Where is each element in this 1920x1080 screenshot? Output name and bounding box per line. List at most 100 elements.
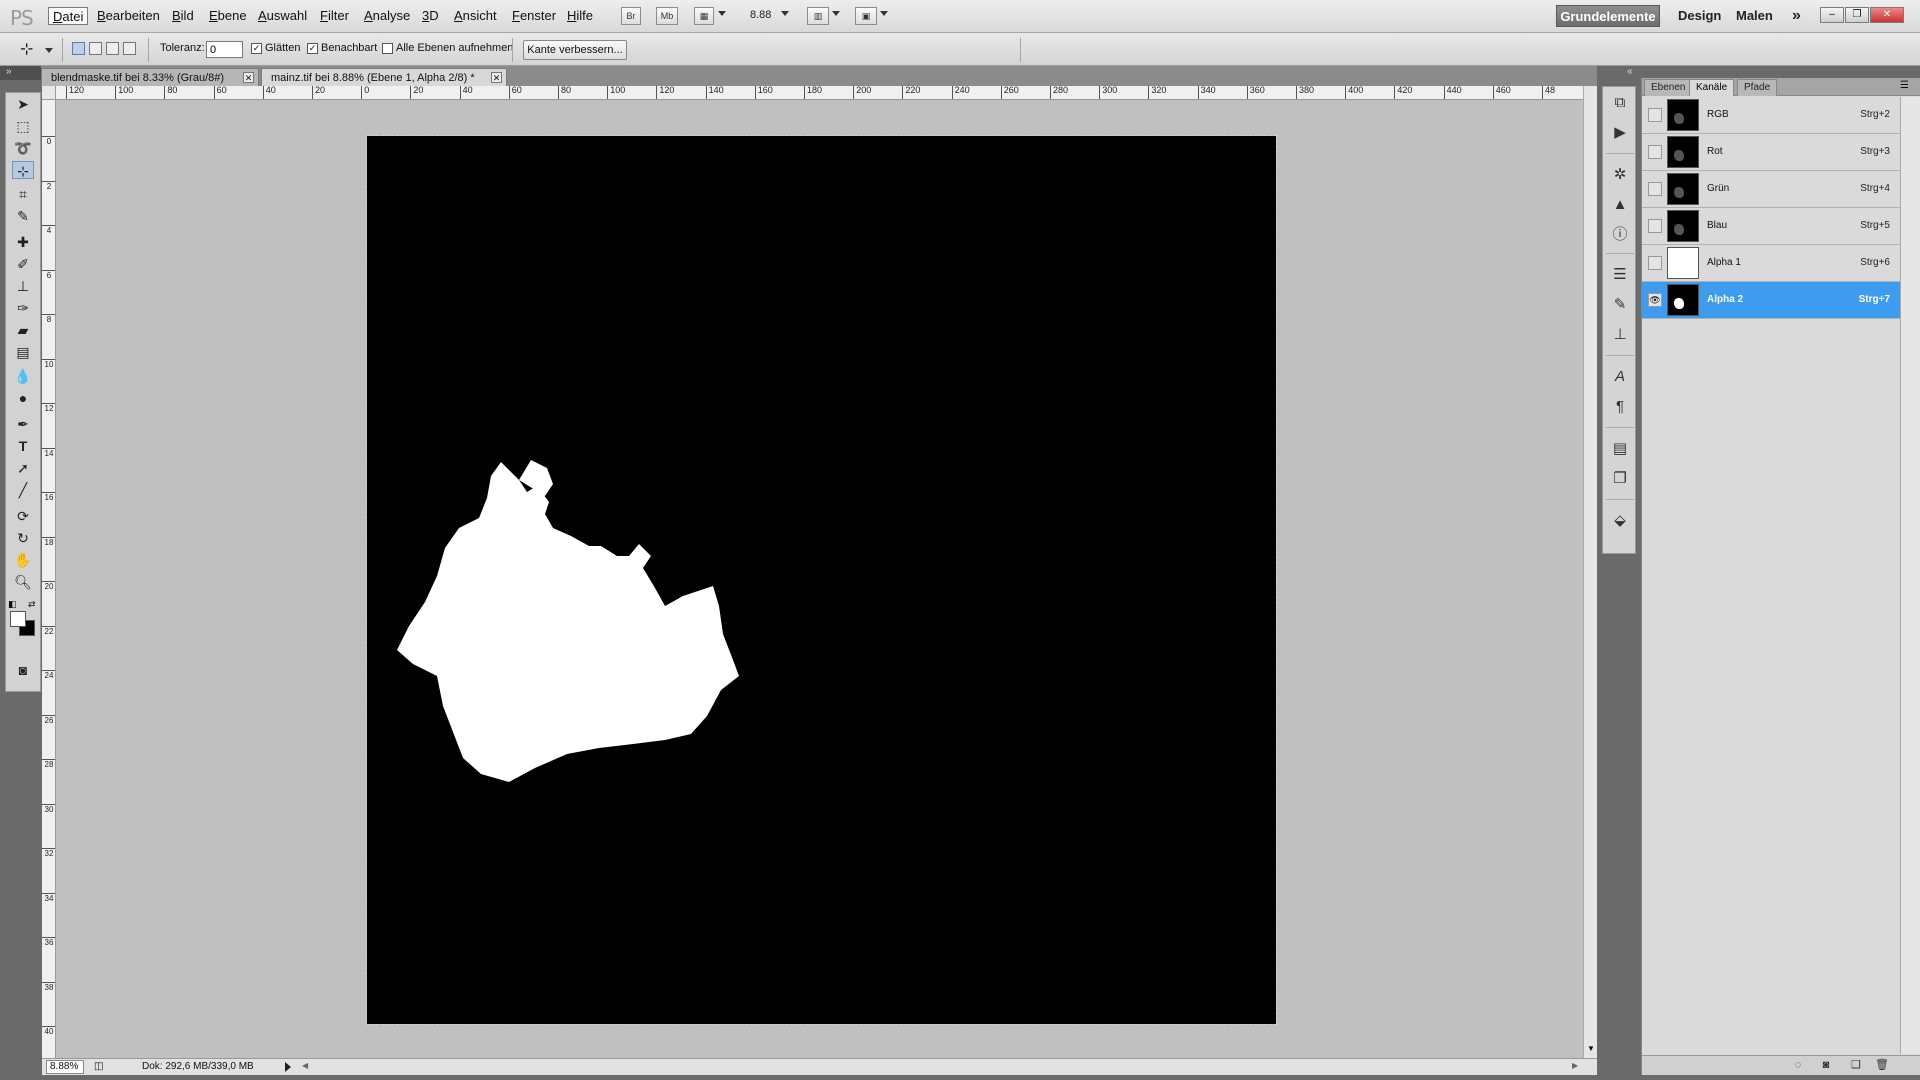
clone-source-panel-icon[interactable]: ⊥	[1609, 325, 1631, 345]
save-selection-as-channel-icon[interactable]: ◙	[1818, 1058, 1834, 1072]
channel-row[interactable]: RGB Strg+2	[1642, 97, 1900, 134]
workspace-paint-button[interactable]: Malen	[1736, 5, 1773, 27]
collapse-tools-icon[interactable]: »	[6, 66, 12, 77]
channel-row[interactable]: Blau Strg+5	[1642, 208, 1900, 245]
info-panel-icon[interactable]: ⓘ	[1609, 225, 1631, 245]
gradient-tool-icon[interactable]: ▤	[12, 343, 34, 361]
tab-channels[interactable]: Kanäle	[1689, 79, 1735, 96]
menu-item-datei[interactable]: Datei	[48, 7, 89, 25]
channel-row[interactable]: Grün Strg+4	[1642, 171, 1900, 208]
intersect-selection-mode-icon[interactable]	[123, 42, 136, 55]
new-selection-mode-icon[interactable]	[72, 42, 85, 55]
chevron-down-icon[interactable]	[832, 11, 840, 16]
quick-selection-tool-icon[interactable]: ⊹	[20, 39, 33, 59]
chevron-down-icon[interactable]	[880, 11, 888, 16]
add-to-selection-mode-icon[interactable]	[89, 42, 102, 55]
menu-item-bearbeiten[interactable]: Bearbeiten	[93, 7, 164, 25]
document-tab[interactable]: blendmaske.tif bei 8.33% (Grau/8#) ✕	[41, 68, 259, 86]
panel-menu-icon[interactable]: ☰	[1900, 80, 1909, 91]
delete-channel-icon[interactable]: 🗑︎	[1874, 1058, 1890, 1072]
tab-paths[interactable]: Pfade	[1737, 79, 1778, 96]
scroll-left-icon[interactable]: ◀	[302, 1061, 308, 1070]
mini-bridge-button[interactable]: Mb	[656, 7, 678, 25]
document-image[interactable]	[366, 135, 1277, 1025]
3d-orbit-tool-icon[interactable]: ↻	[12, 529, 34, 547]
actions-panel-icon[interactable]: ▶	[1609, 123, 1631, 143]
visibility-toggle[interactable]	[1648, 219, 1662, 233]
paragraph-panel-icon[interactable]: ¶	[1609, 397, 1631, 417]
scroll-right-icon[interactable]: ▶	[1572, 1061, 1578, 1070]
3d-rotate-tool-icon[interactable]: ⟳	[12, 507, 34, 525]
tool-preset-chevron-down-icon[interactable]	[45, 48, 53, 53]
notes-panel-icon[interactable]: ▤	[1609, 439, 1631, 459]
brush-tool-icon[interactable]: ✐	[12, 255, 34, 273]
load-channel-as-selection-icon[interactable]: ◌	[1790, 1058, 1806, 1072]
arrange-documents-button[interactable]: ▥	[807, 7, 829, 25]
zoom-field[interactable]: 8.88%	[46, 1060, 84, 1074]
eraser-tool-icon[interactable]: ▰	[12, 321, 34, 339]
navigator-panel-icon[interactable]: ✲	[1609, 165, 1631, 185]
sample-all-layers-checkbox[interactable]	[382, 43, 393, 54]
bridge-button[interactable]: Br	[621, 7, 641, 25]
path-selection-tool-icon[interactable]: ➚	[12, 459, 34, 477]
close-window-button[interactable]: ✕	[1870, 7, 1904, 23]
menu-item-auswahl[interactable]: Auswahl	[254, 7, 311, 25]
workspace-essentials-button[interactable]: Grundelemente	[1556, 5, 1660, 27]
subtract-from-selection-mode-icon[interactable]	[106, 42, 119, 55]
pen-tool-icon[interactable]: ✒	[12, 415, 34, 433]
marquee-tool-icon[interactable]: ⬚	[12, 117, 34, 135]
histogram-panel-icon[interactable]: ▲	[1609, 195, 1631, 215]
character-panel-icon[interactable]: A	[1609, 367, 1631, 387]
visibility-toggle[interactable]	[1648, 182, 1662, 196]
visibility-toggle[interactable]	[1648, 256, 1662, 270]
eyedropper-tool-icon[interactable]: ✎	[12, 207, 34, 225]
chevron-down-icon[interactable]	[718, 11, 726, 16]
line-tool-icon[interactable]: ╱	[12, 481, 34, 499]
expand-dock-icon[interactable]: «	[1627, 66, 1633, 77]
chevron-down-icon[interactable]	[781, 11, 789, 16]
tolerance-input[interactable]	[206, 41, 243, 58]
menu-item-analyse[interactable]: Analyse	[360, 7, 414, 25]
menu-item-filter[interactable]: Filter	[316, 7, 353, 25]
minimize-button[interactable]: –	[1820, 7, 1844, 23]
lasso-tool-icon[interactable]: ➰	[12, 139, 34, 157]
menu-item-bild[interactable]: Bild	[168, 7, 198, 25]
menu-item-3d[interactable]: 3D	[418, 7, 443, 25]
menu-item-fenster[interactable]: Fenster	[508, 7, 560, 25]
healing-brush-tool-icon[interactable]: ✚	[12, 233, 34, 251]
hand-tool-icon[interactable]: ✋	[12, 551, 34, 569]
visibility-toggle[interactable]	[1648, 145, 1662, 159]
swap-colors-icon[interactable]: ⇄	[28, 599, 36, 610]
layer-comps-panel-icon[interactable]: ❐	[1609, 469, 1631, 489]
refine-edge-button[interactable]: Kante verbessern...	[523, 40, 627, 60]
move-tool-icon[interactable]: ➤	[12, 95, 34, 113]
channel-row[interactable]: Alpha 1 Strg+6	[1642, 245, 1900, 282]
status-info-icon[interactable]: ◫	[94, 1061, 103, 1072]
workspace-design-button[interactable]: Design	[1678, 5, 1721, 27]
type-tool-icon[interactable]: T	[12, 437, 34, 455]
clone-stamp-tool-icon[interactable]: ⊥	[12, 277, 34, 295]
crop-tool-icon[interactable]: ⌗	[12, 185, 34, 203]
vertical-scrollbar[interactable]: ▼	[1583, 86, 1597, 1058]
view-extras-button[interactable]: ▦	[694, 7, 714, 25]
menu-item-hilfe[interactable]: Hilfe	[563, 7, 597, 25]
eye-icon[interactable]: 👁︎	[1648, 293, 1662, 307]
close-tab-icon[interactable]: ✕	[491, 72, 502, 83]
history-brush-tool-icon[interactable]: ✑	[12, 299, 34, 317]
dodge-tool-icon[interactable]: ●	[12, 389, 34, 407]
horizontal-ruler[interactable]: 120 100 80 60 40 20 0 20 40 60 80 100 120 140 160 180 20…	[56, 86, 1583, 100]
brush-presets-panel-icon[interactable]: ✎	[1609, 295, 1631, 315]
status-menu-arrow-icon[interactable]	[285, 1062, 291, 1072]
quick-mask-icon[interactable]: ◙	[12, 661, 34, 679]
tab-layers[interactable]: Ebenen	[1644, 79, 1693, 96]
antialias-checkbox[interactable]: ✓	[251, 43, 262, 54]
adjustments-panel-icon[interactable]: ☰	[1609, 265, 1631, 285]
screen-mode-button[interactable]: ▣	[855, 7, 877, 25]
panel-scrollbar[interactable]	[1900, 97, 1920, 1054]
document-tab[interactable]: mainz.tif bei 8.88% (Ebene 1, Alpha 2/8)…	[261, 68, 507, 86]
visibility-toggle[interactable]	[1648, 108, 1662, 122]
channel-row[interactable]: 👁︎ Alpha 2 Strg+7	[1642, 282, 1900, 319]
canvas-area[interactable]	[56, 100, 1583, 1058]
more-workspaces-icon[interactable]: »	[1792, 5, 1801, 27]
new-channel-icon[interactable]: ❑	[1848, 1058, 1864, 1072]
